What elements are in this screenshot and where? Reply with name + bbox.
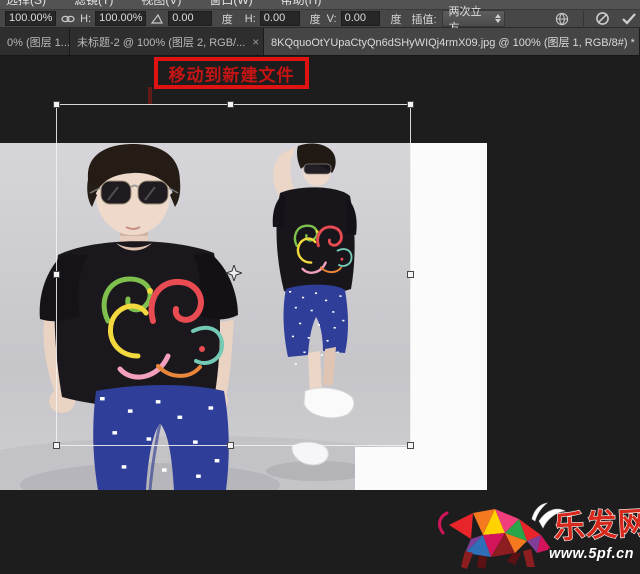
menu-bar: 选择(S) 滤镜(T) 视图(V) 窗口(W) 帮助(H) — [0, 0, 640, 10]
cancel-transform-icon[interactable] — [595, 11, 610, 26]
skew-v-field[interactable]: 0.00 — [341, 11, 381, 26]
tab-document-2[interactable]: 未标题-2 @ 100% (图层 2, RGB/... × — [70, 28, 264, 55]
skew-h-field[interactable]: 0.00 — [260, 11, 300, 26]
warp-mode-icon[interactable] — [554, 12, 570, 26]
transform-handle-top-middle[interactable] — [227, 101, 234, 108]
commit-transform-icon[interactable] — [621, 12, 637, 25]
transform-reference-point-icon[interactable] — [226, 265, 242, 281]
tab-close-icon[interactable]: × — [252, 35, 259, 49]
transform-handle-top-left[interactable] — [53, 101, 60, 108]
menu-filter[interactable]: 滤镜(T) — [74, 0, 127, 8]
menu-help[interactable]: 帮助(H) — [281, 0, 336, 8]
tab-document-1[interactable]: 0% (图层 1... × — [0, 28, 70, 55]
transform-handle-bottom-right[interactable] — [407, 442, 414, 449]
bull-logo-icon — [440, 503, 565, 569]
interpolation-dropdown[interactable]: 两次立方 — [442, 10, 505, 27]
skew-v-degree-label: 度 — [390, 11, 401, 27]
tab-label: 未标题-2 @ 100% (图层 2, RGB/... — [77, 34, 245, 50]
transform-options-bar: 100.00% H: 100.00% 0.00 度 H: 0.00 度 V: 0… — [0, 10, 640, 28]
skew-v-label: V: — [327, 13, 337, 25]
rotation-field[interactable]: 0.00 — [168, 11, 212, 26]
rotation-angle-icon — [151, 14, 163, 24]
options-separator — [583, 11, 584, 26]
photoshop-window: 选择(S) 滤镜(T) 视图(V) 窗口(W) 帮助(H) 100.00% H: 100… — [0, 0, 640, 574]
scale-width-field[interactable]: 100.00% — [5, 11, 56, 26]
watermark-url: www.5pf.cn — [549, 546, 634, 562]
scale-height-label: H: — [80, 13, 91, 25]
annotation-red-mark — [148, 87, 152, 104]
stepper-arrows-icon — [495, 14, 501, 23]
tab-label: 8KQquoOtYUpaCtyQn6dSHyWIQj4rmX09.jpg @ 1… — [271, 34, 635, 50]
annotation-text: 移动到新建文件 — [169, 61, 295, 86]
transform-handle-bottom-middle[interactable] — [227, 442, 234, 449]
menu-window[interactable]: 窗口(W) — [209, 0, 266, 8]
menu-view[interactable]: 视图(V) — [141, 0, 195, 8]
site-watermark: 乐发网 www.5pf.cn — [435, 495, 640, 574]
transform-handle-bottom-left[interactable] — [53, 442, 60, 449]
tab-document-3-active[interactable]: 8KQquoOtYUpaCtyQn6dSHyWIQj4rmX09.jpg @ 1… — [264, 28, 640, 55]
interpolation-label: 插值: — [411, 11, 436, 27]
transform-handle-middle-right[interactable] — [407, 271, 414, 278]
document-tab-bar: 0% (图层 1... × 未标题-2 @ 100% (图层 2, RGB/..… — [0, 28, 640, 56]
transform-handle-top-right[interactable] — [407, 101, 414, 108]
scale-height-field[interactable]: 100.00% — [95, 11, 146, 26]
canvas-area[interactable]: 移动到新建文件 — [0, 56, 640, 574]
skew-h-degree-label: 度 — [310, 11, 321, 27]
menu-select[interactable]: 选择(S) — [6, 0, 60, 8]
transform-handle-middle-left[interactable] — [53, 271, 60, 278]
skew-h-label: H: — [245, 13, 256, 25]
link-scale-icon[interactable] — [61, 14, 75, 24]
watermark-site-name: 乐发网 — [553, 505, 640, 545]
annotation-box: 移动到新建文件 — [154, 57, 309, 89]
tab-label: 0% (图层 1... — [7, 34, 70, 50]
rotation-degree-label: 度 — [222, 11, 233, 27]
